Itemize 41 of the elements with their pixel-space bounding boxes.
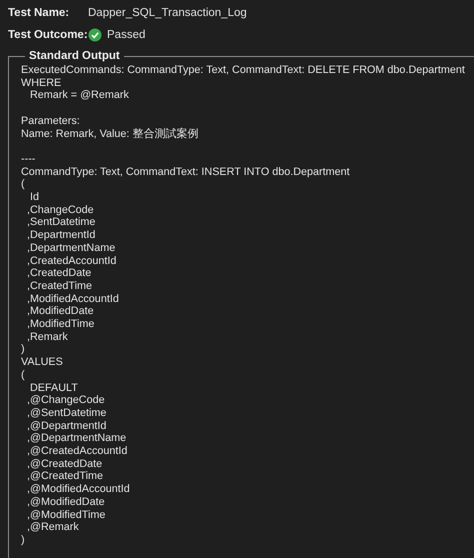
output-line: ) — [21, 534, 26, 547]
test-name-label: Test Name: — [8, 7, 70, 19]
output-line: Parameters: — [21, 114, 81, 128]
output-line: ,ModifiedDate — [26, 305, 95, 318]
output-line: CommandType: Text, CommandText: INSERT INTO dbo.Department — [21, 166, 351, 178]
output-line: Id — [28, 191, 40, 204]
output-line: ,@CreatedAccountId — [26, 445, 128, 458]
output-line: ,CreatedAccountId — [26, 254, 118, 268]
output-line: ,@ModifiedAccountId — [26, 483, 131, 496]
output-line: Name: Remark, Value: 整合測試案例 — [21, 128, 200, 140]
output-line: ,Remark — [26, 330, 69, 344]
test-outcome-value: Passed — [107, 29, 146, 41]
output-line: DEFAULT — [28, 382, 79, 394]
test-name-value: Dapper_SQL_Transaction_Log — [88, 7, 247, 19]
output-line: ,ChangeCode — [26, 204, 95, 216]
output-line: ( — [21, 368, 26, 382]
output-line: VALUES — [21, 356, 64, 369]
output-line: ,@DepartmentId — [26, 420, 108, 432]
output-line: WHERE — [21, 76, 62, 90]
output-line: Remark = @Remark — [28, 89, 130, 102]
output-line: ,ModifiedAccountId — [26, 292, 120, 306]
test-outcome-label: Test Outcome: — [8, 29, 88, 41]
output-line: ) — [21, 343, 26, 356]
output-line: ,CreatedDate — [26, 267, 92, 280]
output-line: ,@CreatedDate — [26, 458, 104, 470]
output-line: ,@SentDatetime — [26, 406, 108, 420]
output-line: ,@Remark — [26, 521, 80, 534]
output-panel-title: Standard Output — [28, 50, 121, 62]
output-line: ,@ModifiedDate — [26, 496, 106, 509]
output-line: ,@DepartmentName — [26, 432, 128, 446]
output-line: ,ModifiedTime — [26, 318, 96, 331]
output-line: ,DepartmentName — [26, 242, 116, 255]
output-line: ,SentDatetime — [26, 216, 96, 230]
output-line: ---- — [21, 152, 36, 166]
output-line: ExecutedCommands: CommandType: Text, CommandText: DELETE FROM dbo.Department — [21, 64, 466, 77]
output-line: ,@ModifiedTime — [26, 508, 106, 522]
output-line: ,CreatedTime — [26, 280, 94, 293]
output-line: ,@ChangeCode — [26, 394, 106, 407]
output-line: ,DepartmentId — [26, 229, 96, 242]
output-line: ( — [21, 178, 26, 191]
output-line: ,@CreatedTime — [26, 470, 104, 484]
